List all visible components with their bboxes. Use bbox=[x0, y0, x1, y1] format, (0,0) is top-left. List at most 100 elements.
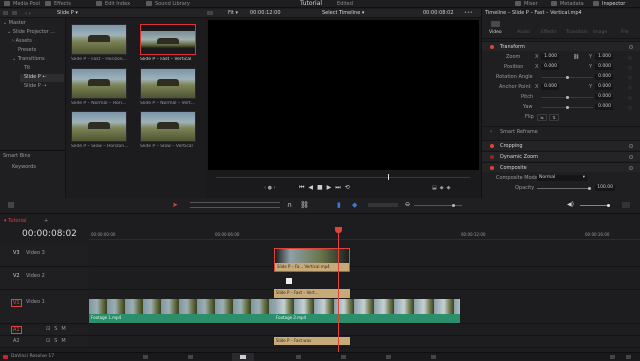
edit-mode-tools[interactable] bbox=[190, 202, 280, 208]
linked-selection-icon[interactable]: ⛓ bbox=[300, 201, 309, 209]
composite-section[interactable]: Composite bbox=[482, 162, 640, 172]
settings-icon[interactable] bbox=[626, 355, 631, 359]
viewer-mark-controls[interactable]: ⬓◆◆ bbox=[432, 185, 453, 191]
bin-transitions[interactable]: ⌄ Transitions bbox=[12, 56, 45, 62]
opacity-field[interactable]: 100.00 bbox=[595, 185, 615, 191]
timeline-clip-footage-2[interactable]: Footage 2.mp4 bbox=[274, 299, 460, 323]
color-page-icon[interactable] bbox=[341, 355, 346, 359]
clip-thumbnail-selected[interactable] bbox=[140, 24, 196, 55]
track-header-v2[interactable]: V2 Video 2 bbox=[0, 268, 88, 290]
deliver-page-icon[interactable] bbox=[431, 355, 436, 359]
media-page-icon[interactable] bbox=[143, 355, 148, 359]
view-options[interactable] bbox=[368, 203, 398, 207]
bin-selector[interactable]: Slide P ▾ bbox=[57, 10, 78, 16]
cut-page-icon[interactable] bbox=[188, 355, 193, 359]
timeline-selector[interactable]: Select Timeline ▾ bbox=[322, 10, 364, 16]
panel-toggle-icon[interactable] bbox=[3, 11, 8, 15]
pitch-field[interactable]: 0.000 bbox=[595, 94, 613, 100]
more-options-icon[interactable]: ••• bbox=[464, 10, 473, 16]
link-icon[interactable]: ⛓ bbox=[573, 54, 579, 60]
selection-tool-icon[interactable]: ➤ bbox=[172, 201, 178, 209]
anchor-y-field[interactable]: 0.000 bbox=[595, 84, 613, 90]
reset-icon[interactable] bbox=[629, 45, 633, 49]
media-pool-button[interactable]: Media Pool bbox=[4, 1, 40, 7]
clip-thumbnail[interactable] bbox=[71, 68, 127, 99]
timeline-zoom-slider[interactable] bbox=[414, 204, 462, 207]
fairlight-page-icon[interactable] bbox=[386, 355, 391, 359]
track-header-v1[interactable]: V1 Video 1 bbox=[0, 291, 88, 324]
pitch-slider[interactable] bbox=[541, 96, 593, 99]
snapping-icon[interactable]: ∩ bbox=[287, 201, 292, 209]
timeline-clip-footage-1[interactable]: Footage 1.mp4 bbox=[89, 299, 274, 323]
track-header-a2[interactable]: A2 ⊡SM bbox=[0, 337, 88, 348]
volume-slider[interactable] bbox=[580, 204, 610, 207]
bin-assets[interactable]: › Assets bbox=[12, 38, 32, 44]
enable-dot[interactable] bbox=[490, 155, 494, 159]
nav-back-icon[interactable]: ‹ › bbox=[25, 11, 31, 17]
tab-video[interactable]: Video bbox=[489, 30, 502, 35]
enable-dot[interactable] bbox=[490, 166, 494, 170]
smart-reframe-section[interactable]: › Smart Reframe bbox=[482, 126, 640, 136]
tab-file[interactable]: File bbox=[621, 30, 629, 35]
position-y-field[interactable]: 0.000 bbox=[595, 64, 613, 70]
bin-presets[interactable]: Presets bbox=[18, 47, 36, 53]
bin-master[interactable]: ⌄ Master bbox=[3, 20, 26, 26]
composite-mode-select[interactable]: Normal ▾ bbox=[537, 175, 587, 181]
bin-slide-projector[interactable]: ⌄ Slide Projector ... bbox=[7, 29, 55, 35]
zoom-icon[interactable]: ⊖ bbox=[405, 201, 410, 208]
effects-button[interactable]: Effects bbox=[45, 1, 71, 7]
cropping-section[interactable]: Cropping bbox=[482, 140, 640, 150]
volume-icon[interactable]: ◀) bbox=[567, 201, 574, 208]
jog-control[interactable]: ‹ ● › bbox=[264, 185, 276, 191]
clip-thumbnail[interactable] bbox=[71, 111, 127, 142]
flag-icon[interactable]: ▮ bbox=[337, 201, 341, 209]
track-header-v3[interactable]: V3 Video 3 bbox=[0, 245, 88, 267]
tab-audio[interactable]: Audio bbox=[517, 30, 530, 35]
clip-thumbnail[interactable] bbox=[140, 111, 196, 142]
transform-section[interactable]: Transform bbox=[482, 41, 640, 51]
timeline-ruler[interactable]: 00:00:00:00 00:00:06:00 00:00:12:00 00:0… bbox=[89, 228, 640, 240]
audio-track-controls[interactable]: ⊡SM bbox=[46, 338, 70, 344]
clip-thumbnail[interactable] bbox=[140, 68, 196, 99]
transport-controls[interactable]: ⏮◀■▶⏭⟲ bbox=[299, 184, 354, 192]
reset-icon[interactable] bbox=[629, 155, 633, 159]
tab-effects[interactable]: Effects bbox=[541, 30, 556, 35]
rotation-slider[interactable] bbox=[541, 76, 593, 79]
inspector-button[interactable]: Inspector bbox=[593, 1, 625, 7]
add-timeline-icon[interactable]: + bbox=[44, 218, 48, 224]
scrubber-bar[interactable] bbox=[216, 177, 470, 178]
yaw-field[interactable]: 0.000 bbox=[595, 104, 613, 110]
list-view-icon[interactable] bbox=[12, 11, 17, 15]
position-x-field[interactable]: 0.000 bbox=[541, 64, 559, 70]
reset-icon[interactable] bbox=[629, 166, 633, 170]
keyframe-column[interactable]: ◇ ◇ ◇ ◇ ◇ ◇ bbox=[628, 53, 632, 113]
bin-tit[interactable]: Tit bbox=[24, 65, 30, 71]
anchor-x-field[interactable]: 0.000 bbox=[541, 84, 559, 90]
scrubber-playhead[interactable] bbox=[388, 174, 389, 180]
track-header-a1[interactable]: A1 ⊡SM bbox=[0, 325, 88, 336]
audio-track-controls[interactable]: ⊡SM bbox=[46, 326, 70, 332]
zoom-fit-selector[interactable]: Fit ▾ bbox=[228, 10, 238, 16]
dynamic-zoom-section[interactable]: Dynamic Zoom bbox=[482, 151, 640, 161]
clip-thumbnail[interactable] bbox=[71, 24, 127, 55]
playhead-handle[interactable] bbox=[335, 227, 342, 233]
fullscreen-icon[interactable] bbox=[622, 202, 630, 208]
flip-horizontal-icon[interactable]: ⇆ bbox=[537, 114, 547, 121]
grid-view-icon[interactable] bbox=[207, 11, 213, 15]
timeline-playhead[interactable] bbox=[338, 227, 339, 352]
tab-transition[interactable]: Transition bbox=[566, 30, 588, 35]
tab-image[interactable]: Image bbox=[593, 30, 607, 35]
metadata-button[interactable]: Metadata bbox=[551, 1, 584, 7]
opacity-slider[interactable] bbox=[537, 187, 591, 190]
zoom-x-field[interactable]: 1.000 bbox=[541, 54, 559, 60]
reset-icon[interactable] bbox=[629, 144, 633, 148]
enable-dot[interactable] bbox=[490, 144, 494, 148]
zoom-y-field[interactable]: 1.000 bbox=[595, 54, 613, 60]
fusion-page-icon[interactable] bbox=[296, 355, 301, 359]
smart-bin-keywords[interactable]: Keywords bbox=[12, 164, 36, 170]
marker-icon[interactable]: ◆ bbox=[352, 201, 357, 209]
sound-library-button[interactable]: Sound Library bbox=[146, 1, 190, 7]
yaw-slider[interactable] bbox=[541, 106, 593, 109]
timeline-tab[interactable]: ▾ Tutorial bbox=[4, 218, 27, 224]
bin-slide-p-selected[interactable]: Slide P ⇠ bbox=[20, 74, 64, 82]
